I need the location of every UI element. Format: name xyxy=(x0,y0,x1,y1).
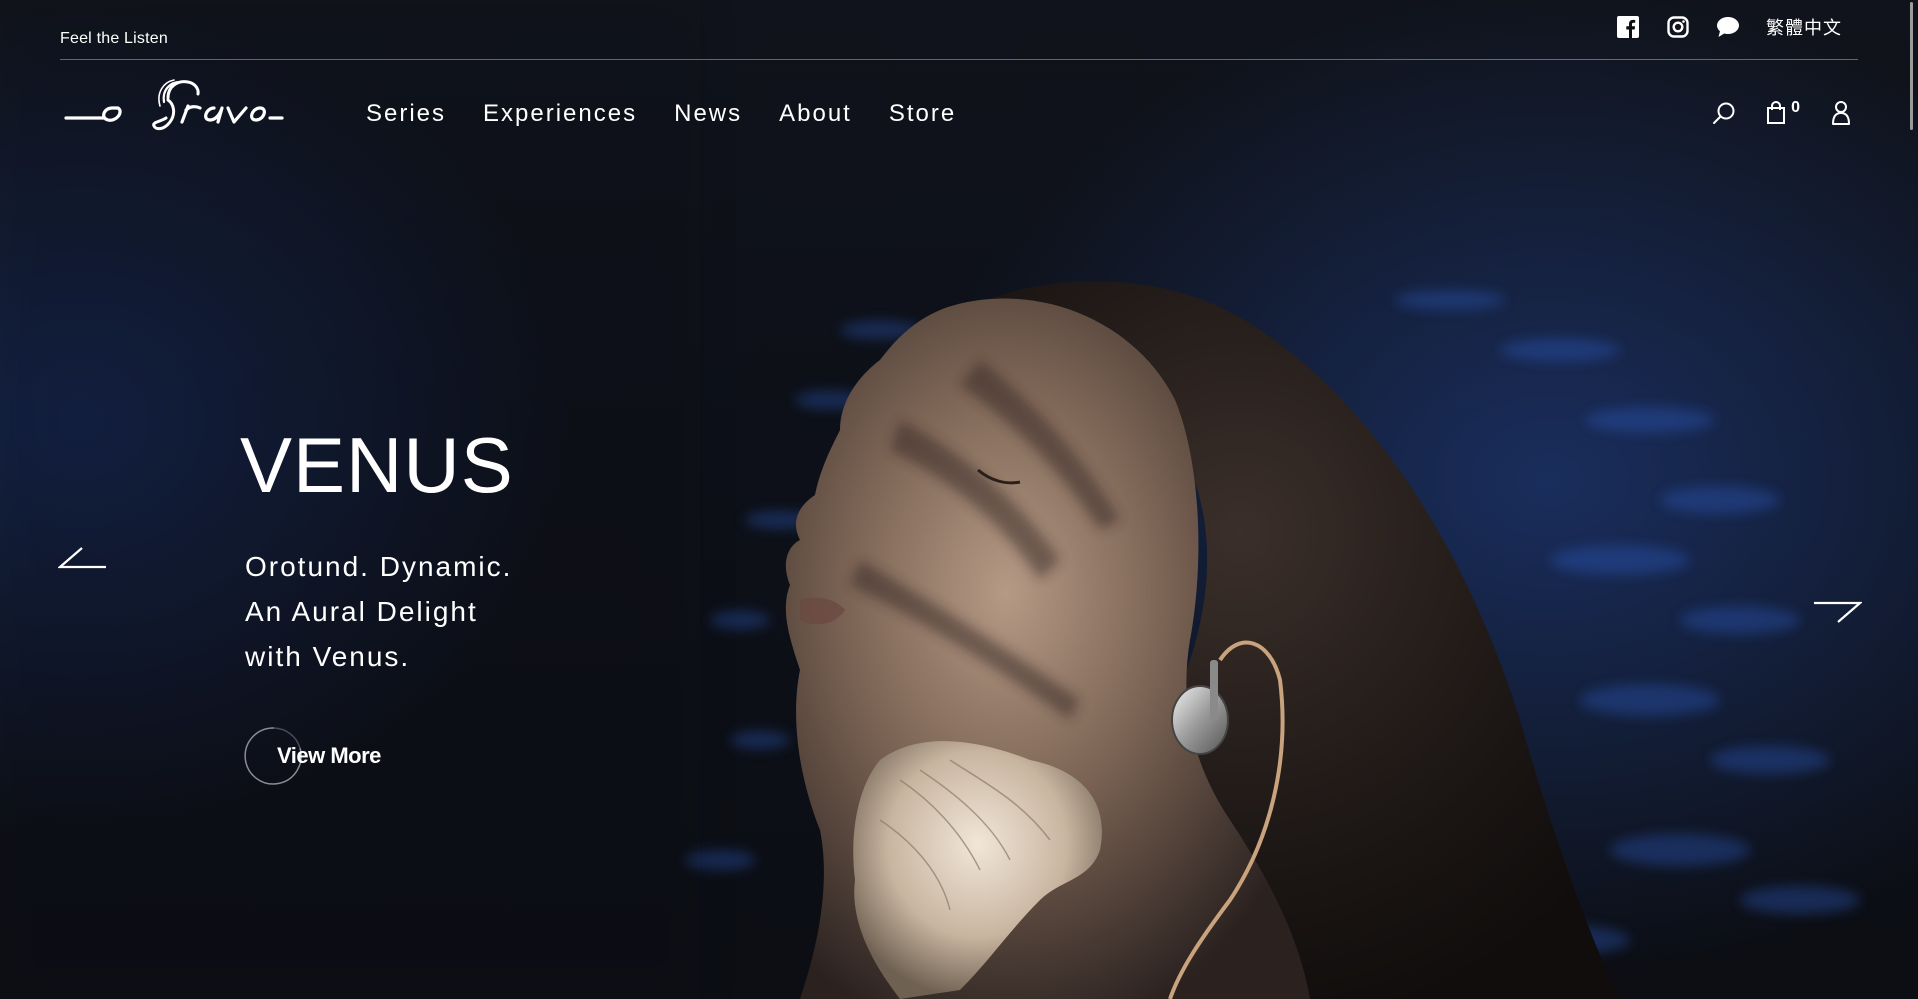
instagram-icon[interactable] xyxy=(1666,15,1690,39)
tagline: Feel the Listen xyxy=(60,30,168,47)
hero-subtitle: Orotund. Dynamic. An Aural Delight with … xyxy=(245,544,512,679)
page-scrollbar[interactable] xyxy=(1906,0,1916,999)
hero-subtitle-line: with Venus. xyxy=(245,641,411,672)
facebook-icon[interactable] xyxy=(1616,15,1640,39)
brand-logo[interactable] xyxy=(64,78,284,136)
shopping-bag-icon xyxy=(1767,101,1786,124)
nav-item-about[interactable]: About xyxy=(779,100,852,128)
nav-item-news[interactable]: News xyxy=(674,100,742,128)
nav-item-experiences[interactable]: Experiences xyxy=(483,100,637,128)
language-switcher[interactable]: 繁體中文 xyxy=(1766,14,1842,40)
view-more-button[interactable]: View More xyxy=(244,726,444,786)
social-links: 繁體中文 xyxy=(1616,14,1842,40)
scrollbar-thumb[interactable] xyxy=(1910,2,1913,130)
main-nav: Series Experiences News About Store xyxy=(366,100,956,128)
user-icon[interactable] xyxy=(1828,100,1854,126)
chat-icon[interactable] xyxy=(1716,15,1740,39)
hero-subtitle-line: Orotund. Dynamic. xyxy=(245,551,513,582)
slider-prev-button[interactable] xyxy=(57,546,108,575)
search-icon[interactable] xyxy=(1711,100,1737,126)
hero-title: VENUS xyxy=(240,421,514,509)
cart-button[interactable]: 0 xyxy=(1765,99,1800,125)
top-bar: Feel the Listen 繁體中文 xyxy=(60,0,1858,60)
nav-item-store[interactable]: Store xyxy=(889,100,956,128)
view-more-label: View More xyxy=(277,743,381,768)
nav-item-series[interactable]: Series xyxy=(366,100,446,128)
cart-count: 0 xyxy=(1791,99,1800,116)
slider-next-button[interactable] xyxy=(1812,600,1863,629)
arrow-left-icon xyxy=(57,547,106,569)
hero-subtitle-line: An Aural Delight xyxy=(245,596,478,627)
header-actions: 0 xyxy=(1711,100,1854,126)
arrow-right-icon xyxy=(1814,601,1863,623)
